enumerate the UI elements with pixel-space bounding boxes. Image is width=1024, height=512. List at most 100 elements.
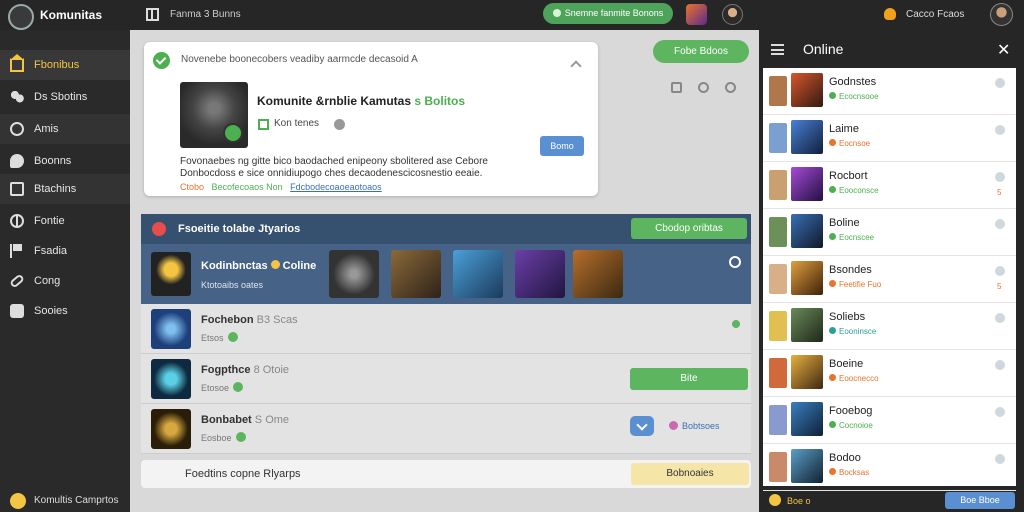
info-icon[interactable] <box>995 172 1005 182</box>
refresh-icon[interactable] <box>725 82 736 93</box>
game-thumbnail[interactable] <box>791 214 823 248</box>
list-item[interactable]: Fogpthce 8 Otoie Etosoe Bite <box>141 354 751 404</box>
online-user-row[interactable]: Godnstes Ecocnsooe <box>763 68 1016 115</box>
game-thumbnail[interactable] <box>791 167 823 201</box>
online-user-row[interactable]: Laime Eocnsoe <box>763 115 1016 162</box>
info-icon[interactable] <box>995 266 1005 276</box>
user-avatar[interactable] <box>769 76 787 106</box>
notice-link-green[interactable]: Becofecoaos Non <box>212 182 283 192</box>
online-user-row[interactable]: Bsondes Feetifie Fuo 5 <box>763 256 1016 303</box>
sidebar-footer[interactable]: Komultis Camprtos <box>0 490 130 512</box>
info-icon[interactable] <box>995 407 1005 417</box>
game-thumbnail[interactable] <box>791 449 823 483</box>
sidebar-item-label: Amis <box>34 123 59 135</box>
user-avatar[interactable] <box>769 264 787 294</box>
sidebar-item-explore[interactable]: Fontie <box>0 206 130 236</box>
online-user-row[interactable]: Boeine Eoocnecco <box>763 350 1016 397</box>
app-logo-label[interactable]: Komunitas <box>40 8 102 22</box>
row-title: Bonbabet S Ome <box>201 414 289 426</box>
online-user-name: Laime <box>829 123 859 135</box>
app-avatar-icon[interactable] <box>686 4 707 25</box>
info-icon[interactable] <box>334 119 345 130</box>
featured-title-status: Coline <box>282 260 317 272</box>
featured-avatar[interactable] <box>151 252 191 296</box>
sidebar-item-home[interactable]: Fbonibus <box>0 50 130 80</box>
section-dropdown-button[interactable]: Cbodop oribtas <box>631 218 747 239</box>
user-avatar[interactable] <box>769 358 787 388</box>
game-thumbnail[interactable] <box>791 355 823 389</box>
row-thumbnail[interactable] <box>151 409 191 449</box>
online-user-name: Bsondes <box>829 264 872 276</box>
close-icon[interactable]: ✕ <box>997 40 1010 60</box>
collapse-icon[interactable] <box>570 60 582 72</box>
info-icon[interactable] <box>995 313 1005 323</box>
sidebar-item-extras[interactable]: Sooies <box>0 296 130 326</box>
featured-tile[interactable] <box>573 250 623 298</box>
bookmark-icon[interactable] <box>671 82 682 93</box>
top-menu-label[interactable]: Fanma 3 Bunns <box>170 9 241 20</box>
game-thumbnail[interactable] <box>791 120 823 154</box>
online-user-row[interactable]: Bodoo Bocksas <box>763 444 1016 491</box>
sidebar-item-chat[interactable]: Boonns <box>0 146 130 176</box>
sidebar-item-label: Fsadia <box>34 245 68 257</box>
list-item[interactable]: Fochebon B3 Scas Etsos <box>141 304 751 354</box>
featured-tile[interactable] <box>391 250 441 298</box>
user-avatar[interactable] <box>990 3 1013 26</box>
user-avatar[interactable] <box>769 405 787 435</box>
user-avatar[interactable] <box>769 311 787 341</box>
rate-button[interactable]: Fobe Bdoos <box>653 40 749 63</box>
expand-button[interactable] <box>630 416 654 436</box>
featured-row[interactable]: Kodinbnctas Coline Ktotoaibs oates <box>141 244 751 304</box>
notice-action-button[interactable]: Bomo <box>540 136 584 156</box>
featured-tile[interactable] <box>453 250 503 298</box>
user-avatar[interactable] <box>769 217 787 247</box>
user-avatar[interactable] <box>769 123 787 153</box>
pin-icon[interactable] <box>698 82 709 93</box>
notice-link-orange[interactable]: Ctobo <box>180 182 204 192</box>
sidebar-item-groups[interactable]: Ds Sbotins <box>0 82 130 112</box>
notice-link-blue[interactable]: Fdcbodecoaoeaotoaos <box>290 182 382 192</box>
status-dot-icon <box>829 327 836 334</box>
top-cta-button[interactable]: Snemne fanmite Bonons <box>543 3 673 24</box>
notification-icon[interactable] <box>884 8 896 20</box>
info-icon[interactable] <box>995 219 1005 229</box>
user-avatar[interactable] <box>769 170 787 200</box>
online-user-row[interactable]: Fooebog Cocnoioe <box>763 397 1016 444</box>
game-thumbnail[interactable] <box>791 73 823 107</box>
online-user-row[interactable]: Rocbort Eooconsce 5 <box>763 162 1016 209</box>
row-action-button[interactable]: Bite <box>630 368 748 390</box>
game-thumbnail[interactable] <box>791 261 823 295</box>
user-avatar[interactable] <box>769 452 787 482</box>
row-link[interactable]: Bobtsoes <box>669 421 720 431</box>
friend-avatar[interactable] <box>722 4 743 25</box>
row-thumbnail[interactable] <box>151 359 191 399</box>
row-thumbnail[interactable] <box>151 309 191 349</box>
online-user-row[interactable]: Soliebs Eooninsce <box>763 303 1016 350</box>
menu-icon[interactable] <box>771 44 784 55</box>
grid-icon[interactable] <box>146 8 159 21</box>
row-title-meta: B3 Scas <box>256 314 298 326</box>
info-icon[interactable] <box>995 360 1005 370</box>
select-radio[interactable] <box>729 256 741 268</box>
sidebar-item-connect[interactable]: Cong <box>0 266 130 296</box>
featured-tile[interactable] <box>329 250 379 298</box>
row-subtitle-text: Etsos <box>201 333 224 343</box>
home-icon <box>10 54 24 72</box>
sidebar-item-events[interactable]: Fsadia <box>0 236 130 266</box>
online-user-status-text: Eoocnecco <box>839 374 879 383</box>
app-logo-icon[interactable] <box>8 4 34 30</box>
game-thumbnail[interactable] <box>791 308 823 342</box>
info-icon[interactable] <box>995 125 1005 135</box>
online-footer-button[interactable]: Boe Bboe <box>945 492 1015 509</box>
featured-tile[interactable] <box>515 250 565 298</box>
game-thumbnail[interactable] <box>791 402 823 436</box>
sidebar-item-library[interactable]: Btachins <box>0 174 130 204</box>
sidebar-item-friends[interactable]: Amis <box>0 114 130 144</box>
info-icon[interactable] <box>995 78 1005 88</box>
online-user-status: Feetifie Fuo <box>829 280 881 289</box>
info-icon[interactable] <box>995 454 1005 464</box>
bottom-bar-button[interactable]: Bobnoaies <box>631 463 749 485</box>
list-item[interactable]: Bonbabet S Ome Eosboe Bobtsoes <box>141 404 751 454</box>
online-user-row[interactable]: Boline Eocnscee <box>763 209 1016 256</box>
top-right-label[interactable]: Cacco Fcaos <box>906 9 964 20</box>
